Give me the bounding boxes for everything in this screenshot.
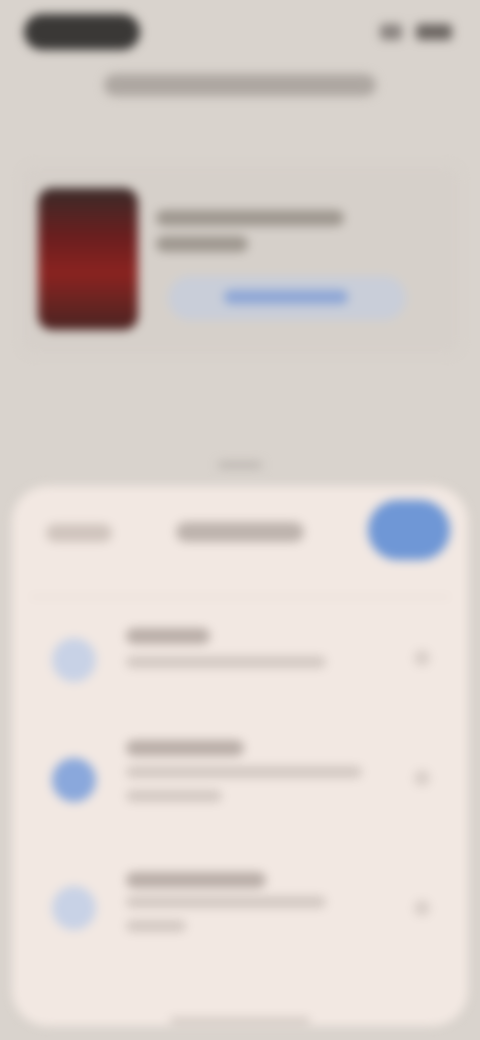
sheet-option[interactable] (30, 730, 450, 840)
option-description (126, 656, 326, 668)
sheet-grabber[interactable] (218, 462, 262, 468)
status-icons (368, 24, 452, 40)
sheet-option[interactable] (30, 610, 450, 710)
status-time (24, 14, 140, 50)
option-description-line (126, 920, 186, 932)
done-button[interactable] (368, 500, 450, 560)
sheet-title (176, 522, 304, 542)
product-name-line (156, 236, 248, 252)
option-description-line (126, 790, 222, 802)
page-title (104, 74, 376, 96)
sheet-option[interactable] (30, 866, 450, 976)
option-icon (52, 886, 96, 930)
battery-icon (416, 24, 452, 40)
option-title (126, 628, 210, 644)
divider (30, 596, 450, 598)
chevron-right-icon (414, 770, 430, 786)
option-description (126, 896, 326, 908)
option-icon-selected (52, 758, 96, 802)
home-indicator (170, 1018, 310, 1023)
option-title (126, 740, 244, 756)
screen (0, 0, 480, 1040)
cancel-button[interactable] (46, 524, 112, 542)
signal-icon (380, 24, 402, 40)
chevron-right-icon (414, 650, 430, 666)
product-action-button[interactable] (168, 276, 406, 320)
chevron-right-icon (414, 900, 430, 916)
option-icon (52, 638, 96, 682)
product-image (38, 188, 138, 330)
option-description (126, 766, 362, 778)
product-action-label (224, 290, 348, 304)
option-title (126, 872, 266, 888)
product-name (156, 206, 344, 256)
status-bar (24, 14, 452, 50)
product-name-line (156, 210, 344, 226)
